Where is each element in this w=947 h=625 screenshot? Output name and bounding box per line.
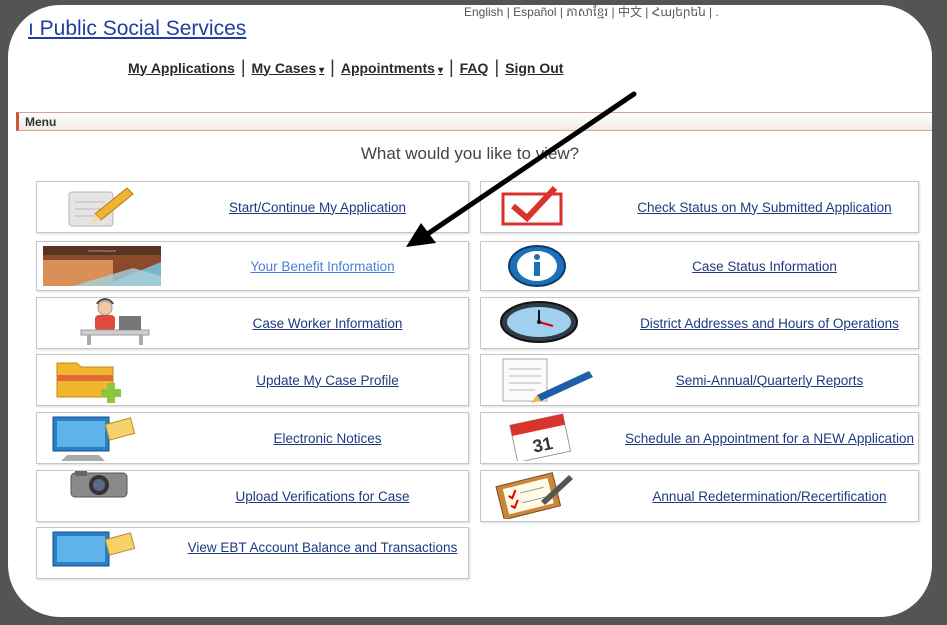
- nav-separator: |: [240, 57, 246, 77]
- calendar-icon: 31: [509, 413, 572, 461]
- nav-my-cases-label: My Cases: [251, 59, 317, 76]
- tile-ebt-balance[interactable]: View EBT Account Balance and Transaction…: [36, 527, 469, 579]
- tile-case-worker[interactable]: Case Worker Information: [36, 297, 469, 349]
- tile-label: District Addresses and Hours of Operatio…: [640, 315, 899, 331]
- chevron-down-icon: ▾: [437, 64, 443, 76]
- tile-label: Check Status on My Submitted Application: [637, 199, 892, 215]
- menu-title: Menu: [25, 115, 57, 129]
- checkmark-box-icon: [501, 185, 563, 226]
- tile-label: Semi-Annual/Quarterly Reports: [675, 372, 864, 388]
- clock-icon: [500, 301, 578, 343]
- tile-label: Case Status Information: [692, 258, 837, 274]
- tile-schedule-appointment[interactable]: 31 Schedule an Appointment for a NEW App…: [480, 412, 919, 464]
- tile-label: Update My Case Profile: [256, 372, 399, 388]
- tile-label: Schedule an Appointment for a NEW Applic…: [625, 430, 914, 446]
- tile-label: Your Benefit Information: [250, 258, 395, 274]
- nav-separator: |: [448, 57, 454, 77]
- beach-photo-icon: ~~~~~~~~: [43, 246, 161, 286]
- site-title-link[interactable]: ı Public Social Services: [28, 17, 246, 41]
- nav-appointments[interactable]: Appointments ▾: [341, 60, 443, 76]
- tile-benefit-information[interactable]: ~~~~~~~~ Your Benefit Information: [36, 241, 469, 291]
- language-links[interactable]: English | Español | ភាសាខ្មែរ | 中文 | Հայ…: [464, 5, 719, 19]
- computer-mail-icon: [52, 531, 136, 567]
- tile-label: Start/Continue My Application: [228, 199, 407, 215]
- tile-check-status[interactable]: Check Status on My Submitted Application: [480, 181, 919, 233]
- menu-header-bar: Menu: [16, 112, 932, 131]
- tile-annual-redetermination[interactable]: Annual Redetermination/Recertification: [480, 470, 919, 522]
- computer-mail-icon: [52, 416, 136, 461]
- folder-add-icon: [56, 362, 121, 403]
- tile-label: Upload Verifications for Case: [235, 488, 410, 504]
- notepad-pencil-icon: [68, 187, 134, 227]
- nav-separator: |: [330, 57, 335, 77]
- nav-sign-out[interactable]: Sign Out: [505, 60, 563, 76]
- tile-reports[interactable]: Semi-Annual/Quarterly Reports: [480, 354, 919, 406]
- svg-text:~~~~~~~~: ~~~~~~~~: [88, 249, 117, 255]
- tile-update-profile[interactable]: Update My Case Profile: [36, 354, 469, 406]
- nav-my-applications[interactable]: My Applications: [128, 60, 235, 76]
- top-nav: My Applications | My Cases ▾ | Appointmen…: [128, 57, 563, 78]
- tile-label: Electronic Notices: [273, 430, 382, 446]
- tile-label: View EBT Account Balance and Transaction…: [187, 539, 458, 555]
- menu-prompt: What would you like to view?: [360, 144, 580, 163]
- camera-icon: [70, 471, 128, 498]
- document-pen-icon: [502, 358, 593, 403]
- tile-case-status[interactable]: Case Status Information: [480, 241, 919, 291]
- calendar-day: 31: [531, 433, 555, 457]
- nav-separator: |: [494, 57, 500, 77]
- tile-upload-verifications[interactable]: Upload Verifications for Case: [36, 470, 469, 522]
- info-icon: [508, 245, 566, 287]
- clipboard-checklist-icon: [495, 472, 573, 519]
- chevron-down-icon: ▾: [319, 64, 325, 76]
- page-frame: ı Public Social Services English | Españ…: [8, 5, 932, 617]
- tile-start-application[interactable]: Start/Continue My Application: [36, 181, 469, 233]
- tile-district-addresses[interactable]: District Addresses and Hours of Operatio…: [480, 297, 919, 349]
- nav-faq[interactable]: FAQ: [460, 60, 489, 76]
- case-worker-icon: [80, 298, 150, 345]
- tile-electronic-notices[interactable]: Electronic Notices: [36, 412, 469, 464]
- tile-label: Annual Redetermination/Recertification: [652, 488, 887, 504]
- nav-appointments-label: Appointments: [340, 59, 435, 76]
- tile-label: Case Worker Information: [252, 315, 403, 331]
- nav-my-cases[interactable]: My Cases ▾: [252, 60, 325, 76]
